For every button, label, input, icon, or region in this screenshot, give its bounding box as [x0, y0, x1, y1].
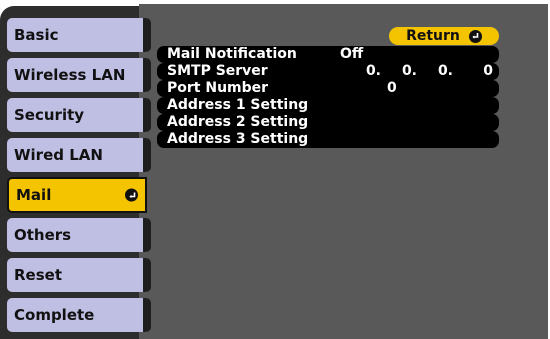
sidebar-item-label: Mail	[16, 186, 52, 204]
enter-icon	[468, 29, 482, 43]
setting-row-port-number[interactable]: Port Number 0	[157, 80, 499, 97]
ip-octet: 0	[483, 63, 493, 79]
return-button[interactable]: Return	[389, 27, 499, 45]
sidebar-item-label: Wireless LAN	[14, 66, 126, 84]
sidebar-item-label: Wired LAN	[14, 146, 103, 164]
sidebar-item-wired-lan[interactable]: Wired LAN	[7, 138, 151, 172]
return-label: Return	[406, 28, 460, 44]
setting-label: Address 2 Setting	[167, 114, 309, 130]
setting-row-smtp-server[interactable]: SMTP Server 0. 0. 0. 0	[157, 63, 499, 80]
ip-octet: 0.	[437, 63, 453, 79]
setting-label: Port Number	[167, 80, 269, 96]
setting-label: Mail Notification	[167, 46, 297, 62]
setting-label: Address 1 Setting	[167, 97, 309, 113]
sidebar-item-label: Reset	[14, 266, 62, 284]
sidebar-item-others[interactable]: Others	[7, 218, 151, 252]
setting-value: 0	[387, 80, 397, 96]
sidebar-item-label: Security	[14, 106, 85, 124]
sidebar-item-basic[interactable]: Basic	[7, 18, 151, 52]
enter-icon	[125, 188, 138, 202]
setting-row-address-1[interactable]: Address 1 Setting	[157, 97, 499, 114]
sidebar-item-complete[interactable]: Complete	[7, 298, 151, 332]
setting-label: Address 3 Setting	[167, 131, 309, 147]
setting-row-address-3[interactable]: Address 3 Setting	[157, 131, 499, 148]
setting-row-mail-notification[interactable]: Mail Notification Off	[157, 46, 499, 63]
setting-row-address-2[interactable]: Address 2 Setting	[157, 114, 499, 131]
sidebar: Basic Wireless LAN Security Wired LAN Ma…	[0, 0, 151, 339]
sidebar-item-label: Others	[14, 226, 72, 244]
sidebar-item-reset[interactable]: Reset	[7, 258, 151, 292]
setting-value: Off	[340, 46, 364, 62]
setting-label: SMTP Server	[167, 63, 268, 79]
ip-octet: 0.	[365, 63, 381, 79]
sidebar-item-label: Complete	[14, 306, 95, 324]
sidebar-item-security[interactable]: Security	[7, 98, 151, 132]
sidebar-item-mail[interactable]: Mail	[7, 177, 147, 213]
sidebar-item-wireless-lan[interactable]: Wireless LAN	[7, 58, 151, 92]
ip-octet: 0.	[401, 63, 417, 79]
sidebar-item-label: Basic	[14, 26, 59, 44]
